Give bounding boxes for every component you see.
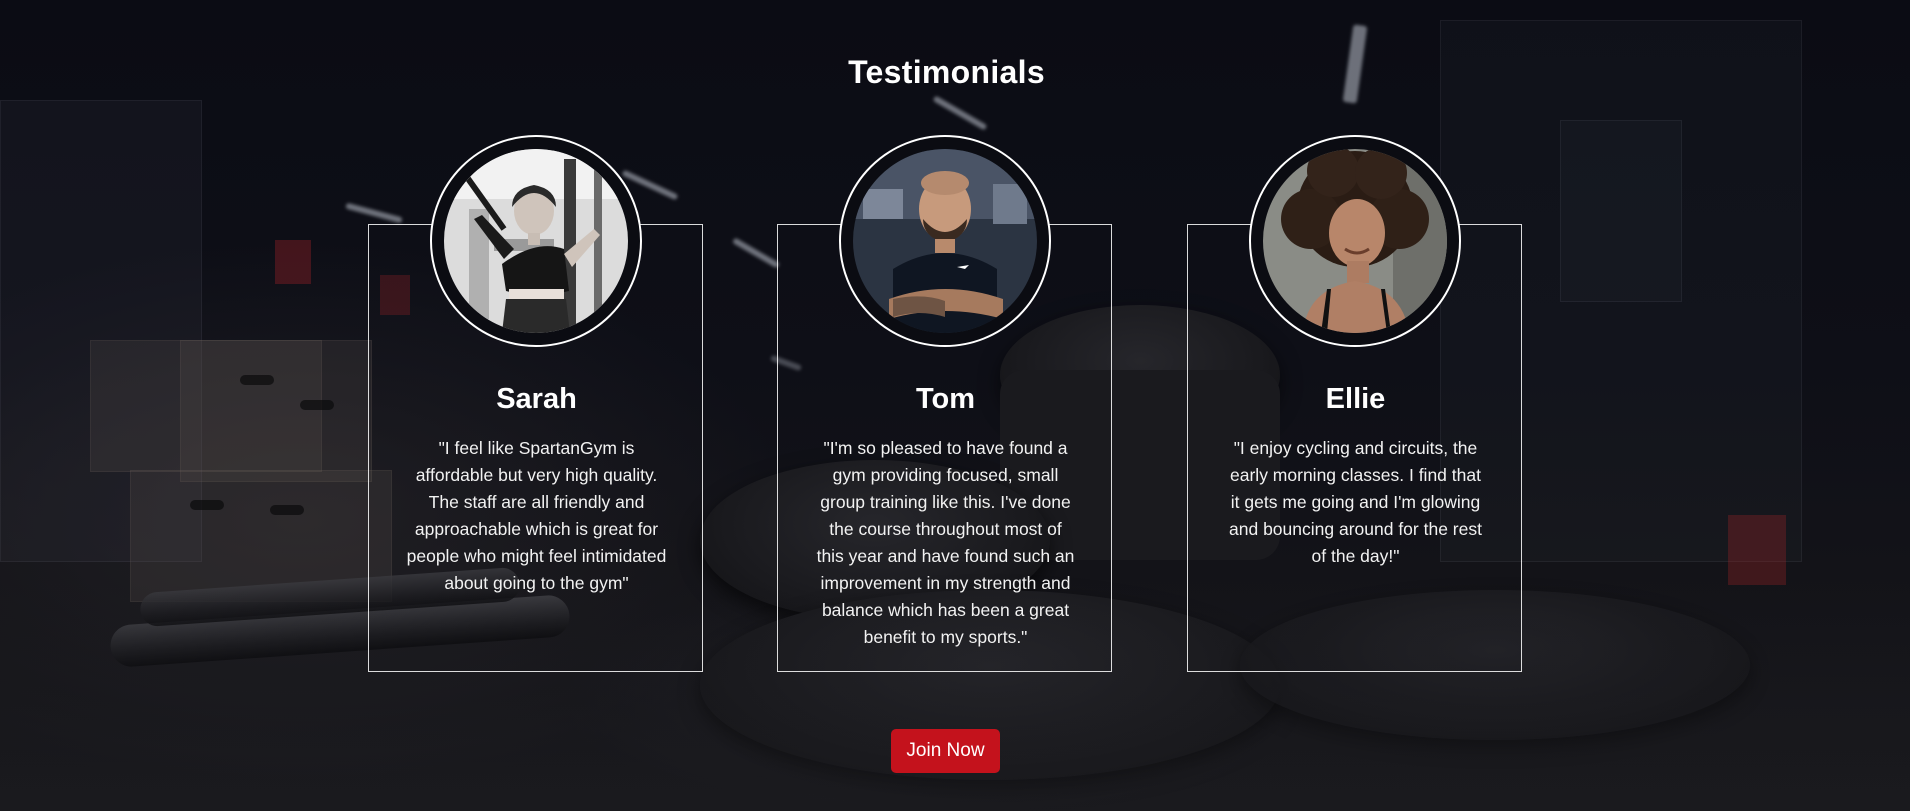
testimonial-quote: "I feel like SpartanGym is affordable bu… xyxy=(406,438,667,593)
testimonials-section: Testimonials Sarah "I feel like SpartanG… xyxy=(0,0,1910,811)
avatar-sarah xyxy=(430,135,642,347)
testimonial-name: Tom xyxy=(915,383,976,415)
testimonial-quote: "I enjoy cycling and circuits, the early… xyxy=(1229,438,1482,566)
testimonial-quote: "I'm so pleased to have found a gym prov… xyxy=(816,438,1075,647)
avatar-photo xyxy=(444,149,628,333)
testimonial-name: Sarah xyxy=(496,383,577,415)
avatar-ellie xyxy=(1249,135,1461,347)
join-now-button[interactable]: Join Now xyxy=(891,729,1000,773)
avatar-tom xyxy=(839,135,1051,347)
avatar-photo xyxy=(853,149,1037,333)
testimonial-name: Ellie xyxy=(1325,383,1386,415)
section-title: Testimonials xyxy=(848,54,1045,90)
avatar-photo xyxy=(1263,149,1447,333)
